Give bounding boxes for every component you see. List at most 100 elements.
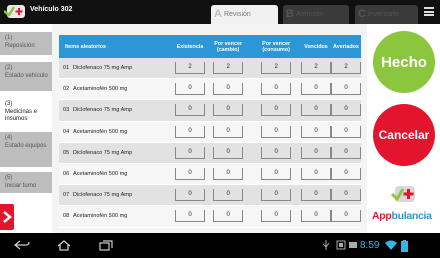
por-vencer-cambio-input[interactable]: 2 [213, 62, 244, 75]
existencia-input[interactable]: 0 [175, 210, 205, 223]
cell-existencia: 0 [175, 206, 205, 228]
averiados-input[interactable]: 0 [330, 125, 361, 138]
existencia-input[interactable]: 0 [175, 104, 205, 117]
recent-apps-icon[interactable] [99, 240, 113, 251]
por-vencer-consumo-input[interactable]: 0 [261, 146, 292, 159]
existencia-input[interactable]: 2 [175, 62, 205, 75]
existencia-input[interactable]: 0 [175, 83, 205, 96]
por-vencer-cambio-input[interactable]: 0 [213, 104, 244, 117]
por-vencer-consumo-input[interactable]: 0 [261, 83, 292, 96]
back-icon[interactable] [14, 240, 30, 250]
cell-por-vencer-consumo: 0 [251, 121, 301, 143]
home-icon[interactable] [57, 240, 71, 251]
step-number: (1) [5, 35, 13, 41]
step-reposicion[interactable]: (1) Reposición [0, 32, 52, 56]
cell-por-vencer-cambio: 0 [205, 163, 252, 186]
averiados-input[interactable]: 0 [330, 104, 361, 117]
cell-existencia: 0 [175, 100, 205, 122]
cell-existencia: 0 [175, 142, 205, 164]
step-estado-equipos[interactable]: (4) Estado equipos [0, 132, 52, 168]
existencia-input[interactable]: 0 [175, 168, 205, 181]
averiados-input[interactable]: 0 [330, 189, 361, 202]
averiados-input[interactable]: 0 [330, 146, 361, 159]
item-name: Diclofenaco 75 mg Amp [71, 185, 175, 207]
vencidos-input[interactable]: 0 [300, 104, 331, 117]
hamburger-menu-icon[interactable] [424, 7, 434, 16]
cell-por-vencer-consumo: 0 [251, 163, 301, 186]
vencidos-input[interactable]: 0 [300, 210, 331, 223]
por-vencer-consumo-input[interactable]: 0 [261, 210, 292, 223]
cell-averiados: 0 [330, 79, 361, 101]
averiados-input[interactable]: 0 [330, 210, 361, 223]
cancelar-button[interactable]: Cancelar [373, 104, 435, 166]
vencidos-input[interactable]: 0 [300, 125, 331, 138]
item-name: Acetaminofén 500 mg [71, 206, 175, 228]
table-row: 06 Acetaminofén 500 mg 0 0 0 0 0 [59, 163, 361, 186]
por-vencer-cambio-input[interactable]: 0 [213, 189, 244, 202]
vencidos-input[interactable]: 0 [300, 189, 331, 202]
por-vencer-cambio-input[interactable]: 0 [213, 168, 244, 181]
next-step-button[interactable] [0, 204, 14, 230]
por-vencer-cambio-input[interactable]: 0 [213, 125, 244, 138]
por-vencer-consumo-input[interactable]: 0 [261, 189, 292, 202]
averiados-input[interactable]: 0 [330, 83, 361, 96]
cell-por-vencer-cambio: 0 [205, 121, 252, 143]
cell-por-vencer-consumo: 0 [251, 142, 301, 164]
por-vencer-consumo-input[interactable]: 0 [261, 168, 292, 181]
cell-vencidos: 0 [300, 163, 331, 186]
row-number: 05 [59, 142, 71, 164]
por-vencer-consumo-input[interactable]: 0 [261, 125, 292, 138]
table-header-row: Items aleatorios Existencia Por vencer (… [59, 35, 361, 58]
cell-averiados: 0 [330, 163, 361, 186]
step-iniciar-turno[interactable]: (5) Iniciar turno [0, 172, 52, 194]
hecho-button[interactable]: Hecho [373, 31, 435, 93]
header-vencidos: Vencidos [300, 35, 331, 58]
por-vencer-cambio-input[interactable]: 0 [213, 146, 244, 159]
step-medicinas-insumos[interactable]: (3) Medicinas e insumos [0, 98, 52, 132]
cell-vencidos: 0 [300, 142, 331, 164]
step-estado-vehiculo[interactable]: (2) Estado vehículo [0, 62, 52, 92]
brand-name: Appbulancia [372, 210, 432, 222]
cell-vencidos: 0 [300, 185, 331, 207]
cell-averiados: 0 [330, 142, 361, 164]
cell-existencia: 0 [175, 79, 205, 101]
por-vencer-consumo-input[interactable]: 2 [261, 62, 292, 75]
cancelar-label: Cancelar [378, 128, 430, 142]
existencia-input[interactable]: 0 [175, 125, 205, 138]
vencidos-input[interactable]: 0 [300, 146, 331, 159]
tab-label: Inventario [367, 11, 399, 18]
tab-label: Revisión [223, 11, 251, 18]
averiados-input[interactable]: 0 [330, 168, 361, 181]
medicines-panel: Items aleatorios Existencia Por vencer (… [52, 24, 367, 233]
steps-sidebar: (1) Reposición (2) Estado vehículo (3) M… [0, 24, 52, 233]
header-averiados: Averiados [330, 35, 361, 58]
tab-atencion[interactable]: B Atención [283, 5, 349, 24]
por-vencer-cambio-input[interactable]: 0 [213, 210, 244, 223]
cell-vencidos: 2 [300, 58, 331, 80]
battery-icon [401, 240, 408, 252]
por-vencer-cambio-input[interactable]: 0 [213, 83, 244, 96]
usb-icon [322, 240, 330, 250]
averiados-input[interactable]: 2 [330, 62, 361, 75]
tab-inventario[interactable]: C Inventario [355, 5, 418, 24]
step-label: Medicinas e insumos [5, 108, 38, 123]
system-nav-bar: 8:59 [0, 233, 440, 258]
tab-revision[interactable]: A Revisión [211, 5, 278, 24]
item-name: Diclofenaco 75 mg Amp [71, 58, 175, 80]
por-vencer-consumo-input[interactable]: 0 [261, 104, 292, 117]
cell-vencidos: 0 [300, 121, 331, 143]
header-items: Items aleatorios [59, 35, 175, 58]
row-number: 07 [59, 185, 71, 207]
existencia-input[interactable]: 0 [175, 189, 205, 202]
cell-averiados: 0 [330, 100, 361, 122]
vencidos-input[interactable]: 0 [300, 168, 331, 181]
cell-por-vencer-cambio: 2 [205, 58, 252, 80]
table-row: 05 Diclofenaco 75 mg Amp 0 0 0 0 0 [59, 142, 361, 164]
step-number: (4) [5, 135, 13, 141]
cell-averiados: 0 [330, 185, 361, 207]
item-name: Diclofenaco 75 mg Amp [71, 142, 175, 164]
cell-por-vencer-cambio: 0 [205, 185, 252, 207]
vencidos-input[interactable]: 2 [300, 62, 331, 75]
vencidos-input[interactable]: 0 [300, 83, 331, 96]
existencia-input[interactable]: 0 [175, 146, 205, 159]
